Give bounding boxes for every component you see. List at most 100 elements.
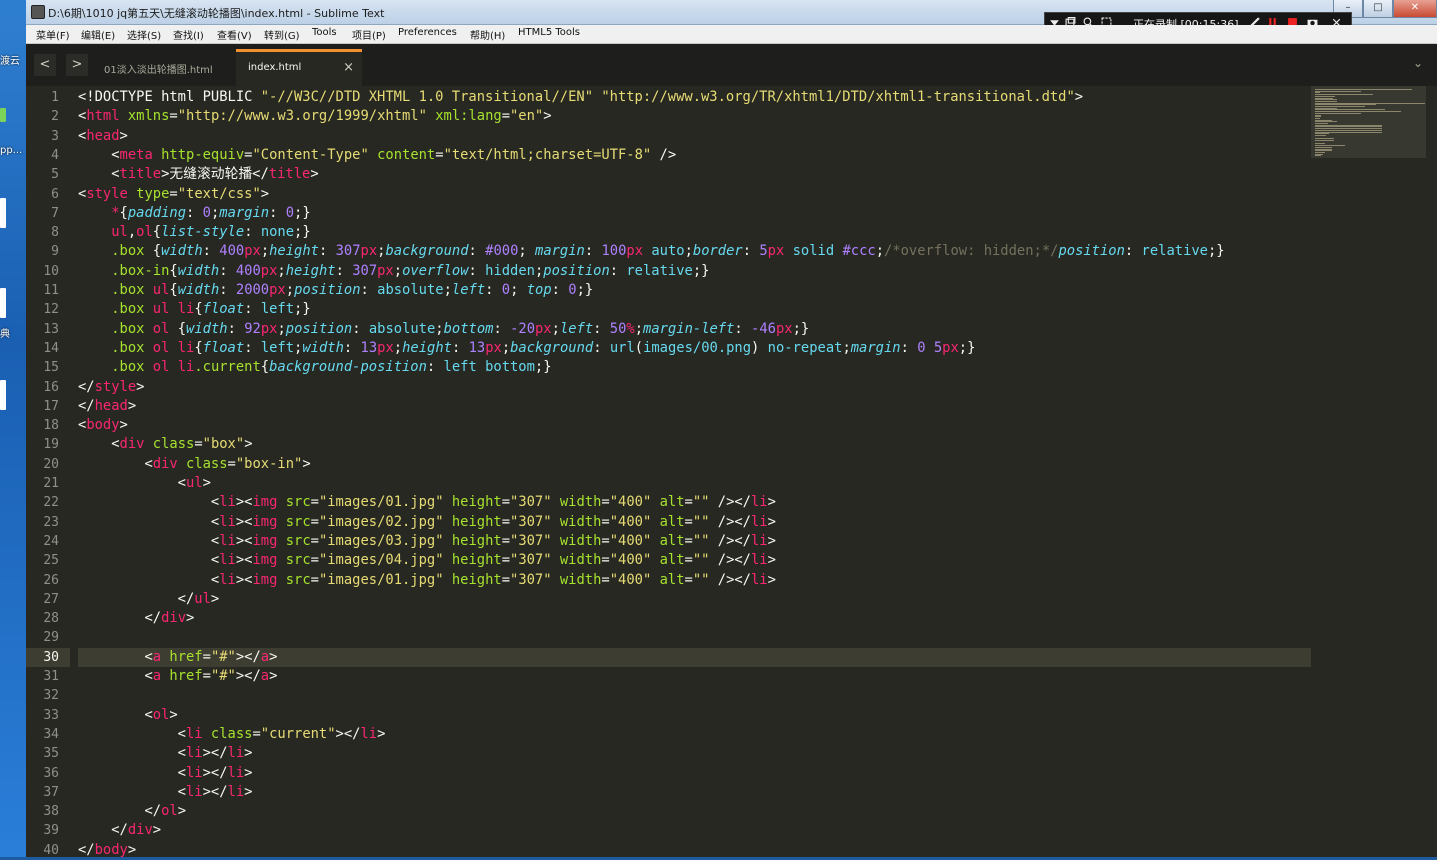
code-line[interactable]: </div> — [78, 821, 161, 840]
code-token: : — [426, 359, 444, 376]
desktop-app-icon[interactable] — [0, 288, 6, 318]
code-line[interactable]: <head> — [78, 127, 128, 146]
code-token: { — [260, 359, 270, 376]
line-number: 11 — [43, 283, 59, 298]
code-token: % — [626, 320, 635, 337]
code-line[interactable]: <a href="#"></a> — [78, 648, 277, 667]
tab-forward-button[interactable]: > — [66, 54, 88, 76]
code-token: < — [78, 532, 220, 549]
desktop-app-icon[interactable] — [0, 380, 6, 410]
code-line[interactable]: <li></li> — [78, 783, 253, 802]
minimap[interactable] — [1311, 86, 1437, 857]
code-token: = — [169, 185, 178, 202]
code-line[interactable]: <li></li> — [78, 744, 253, 763]
code-line[interactable]: <meta http-equiv="Content-Type" content=… — [78, 146, 676, 165]
code-token: src — [285, 571, 311, 588]
menu-selection[interactable]: 选择(S) — [127, 27, 161, 42]
tab-index-html[interactable]: index.html × — [236, 49, 362, 89]
code-token: /></ — [709, 532, 751, 549]
desktop-icon-label[interactable]: 典 — [0, 325, 10, 340]
desktop-app-icon[interactable] — [0, 198, 6, 228]
code-token: alt — [659, 571, 685, 588]
code-editor[interactable]: 1 2 3 4 5 6 7 8 9 10 11 12 13 14 15 16 17 18 19 20 21 22 23 24 2… — [26, 86, 1437, 860]
code-line[interactable]: .box ul li{float: left;} — [78, 300, 310, 319]
code-token: : — [227, 320, 245, 337]
code-line[interactable]: <body> — [78, 416, 128, 435]
menu-view[interactable]: 查看(V) — [217, 27, 252, 42]
menu-help[interactable]: 帮助(H) — [470, 27, 505, 42]
code-token: none — [260, 224, 295, 241]
tab-close-icon[interactable]: × — [343, 60, 354, 75]
code-line[interactable]: <li><img src="images/01.jpg" height="307… — [78, 571, 776, 590]
maximize-button[interactable]: □ — [1363, 0, 1393, 18]
code-token: : — [593, 320, 610, 337]
code-line[interactable]: <style type="text/css"> — [78, 185, 269, 204]
menu-find[interactable]: 查找(I) — [173, 27, 204, 42]
code-token: src — [285, 532, 311, 549]
code-token: li — [185, 783, 203, 800]
code-token: ; — [551, 320, 560, 337]
code-line[interactable]: <li><img src="images/01.jpg" height="307… — [78, 493, 776, 512]
code-line[interactable]: .box-in{width: 400px;height: 307px;overf… — [78, 262, 709, 281]
code-line[interactable]: .box ol li.current{background-position: … — [78, 358, 551, 377]
code-token: </ — [78, 803, 162, 820]
code-token: </ — [78, 378, 95, 395]
menu-preferences[interactable]: Preferences — [398, 27, 457, 38]
code-line[interactable]: <html xmlns="http://www.w3.org/1999/xhtm… — [78, 107, 552, 126]
line-number: 3 — [51, 128, 59, 144]
desktop-icon-label[interactable]: 渡云 — [0, 52, 20, 67]
desktop-icon-label[interactable]: pp... — [0, 145, 22, 156]
code-line[interactable]: .box ol li{float: left;width: 13px;heigh… — [78, 339, 975, 358]
code-line[interactable]: .box {width: 400px;height: 307px;backgro… — [78, 242, 1224, 261]
code-token: : — [360, 282, 378, 298]
code-line[interactable]: </head> — [78, 397, 136, 416]
code-line[interactable]: <li><img src="images/03.jpg" height="307… — [78, 532, 776, 551]
code-token: margin — [219, 204, 270, 221]
code-line[interactable]: <!DOCTYPE html PUBLIC "-//W3C//DTD XHTML… — [78, 88, 1083, 107]
code-token: ;} — [294, 204, 311, 221]
menu-project[interactable]: 项目(P) — [352, 27, 386, 42]
code-line[interactable]: <title>无缝滚动轮播</title> — [78, 165, 318, 184]
code-token: width — [559, 513, 602, 530]
tab-list-dropdown-icon[interactable]: ⌄ — [1413, 56, 1423, 70]
code-token: height — [451, 552, 502, 569]
code-line[interactable]: </div> — [78, 609, 194, 628]
code-line[interactable]: </style> — [78, 378, 144, 397]
line-number: 32 — [43, 688, 59, 704]
code-line[interactable]: </ul> — [78, 590, 220, 609]
code-token: li — [360, 725, 378, 742]
menu-file[interactable]: 菜单(F) — [36, 27, 70, 42]
code-line[interactable]: <li></li> — [78, 764, 253, 783]
code-area[interactable]: <!DOCTYPE html PUBLIC "-//W3C//DTD XHTML… — [78, 86, 1363, 860]
code-line[interactable]: <li><img src="images/02.jpg" height="307… — [78, 513, 776, 532]
desktop-app-icon[interactable] — [0, 108, 6, 122]
menu-edit[interactable]: 编辑(E) — [81, 27, 115, 42]
line-number: 2 — [51, 109, 59, 125]
code-line[interactable]: <li class="current"></li> — [78, 725, 386, 744]
code-line[interactable]: </body> — [78, 841, 136, 860]
code-line[interactable]: <div class="box"> — [78, 435, 252, 454]
code-line[interactable]: <ul> — [78, 474, 211, 493]
code-token: 0 — [917, 339, 926, 356]
close-button[interactable]: ✕ — [1393, 0, 1437, 18]
code-token: ; — [277, 262, 286, 279]
code-token: "images/01.jpg" — [318, 494, 444, 511]
code-line[interactable]: <ol> — [78, 706, 177, 725]
menu-html5-tools[interactable]: HTML5 Tools — [518, 27, 580, 38]
line-number: 26 — [43, 572, 59, 588]
code-line[interactable]: .box ol {width: 92px;position: absolute;… — [78, 320, 809, 339]
code-line[interactable]: *{padding: 0;margin: 0;} — [78, 204, 311, 223]
code-line[interactable]: <li><img src="images/04.jpg" height="307… — [78, 551, 776, 570]
code-line[interactable]: <a href="#"></a> — [78, 667, 277, 686]
code-line[interactable]: </ol> — [78, 802, 186, 821]
menu-goto[interactable]: 转到(G) — [264, 27, 300, 42]
code-line[interactable]: .box ul{width: 2000px;position: absolute… — [78, 281, 593, 300]
tab-inactive-file[interactable]: 01淡入淡出轮播图.html — [96, 52, 231, 86]
code-line[interactable]: <div class="box-in"> — [78, 455, 310, 474]
menu-tools[interactable]: Tools — [312, 27, 337, 38]
code-line[interactable]: ul,ol{list-style: none;} — [78, 223, 310, 242]
code-token: overflow — [402, 262, 469, 279]
tab-back-button[interactable]: < — [34, 54, 56, 76]
